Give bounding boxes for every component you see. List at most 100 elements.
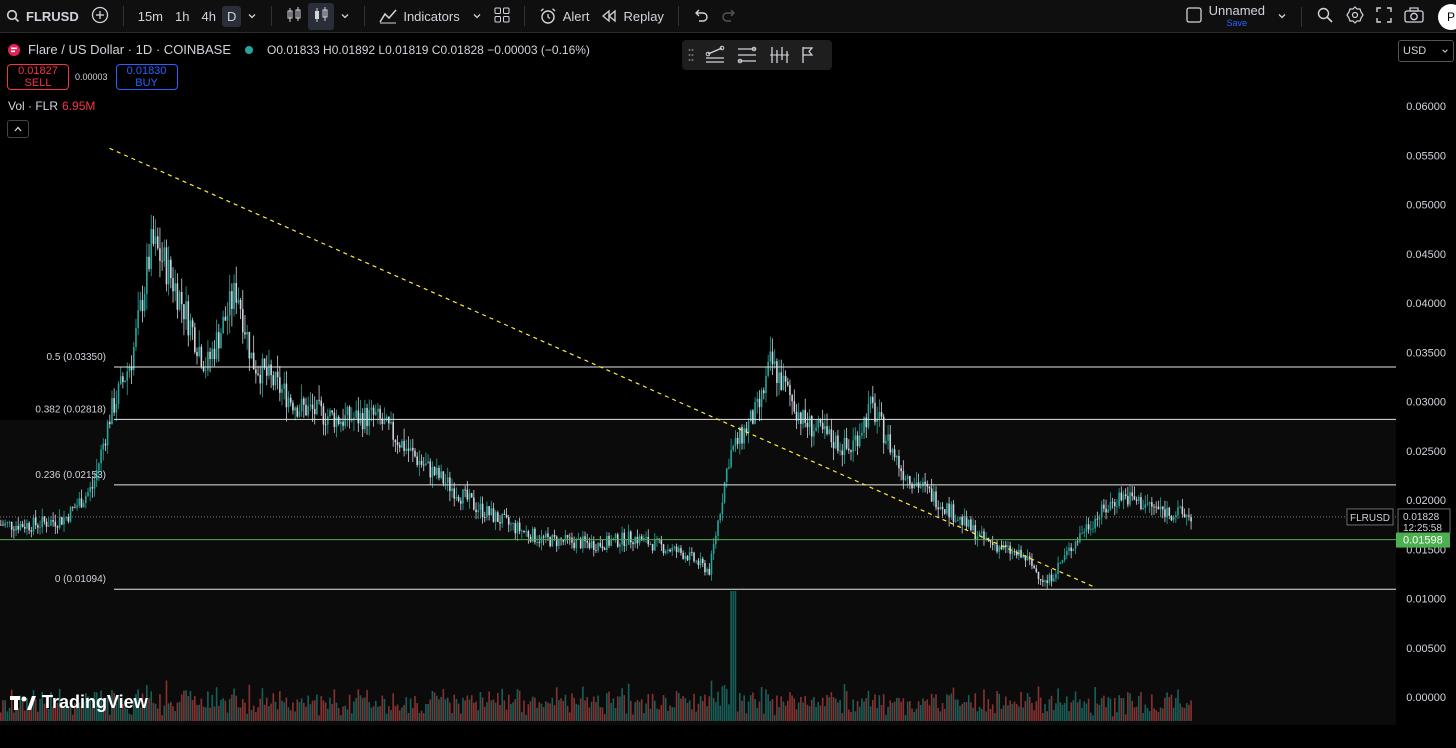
candle-body	[2, 524, 4, 526]
settings-button[interactable]	[1340, 6, 1370, 27]
candle-body	[446, 477, 449, 483]
candle-body	[782, 375, 785, 390]
redo-button[interactable]	[715, 8, 743, 25]
tradingview-logo[interactable]: TradingView	[10, 692, 148, 713]
candle-body	[74, 507, 76, 509]
candle-body	[37, 525, 39, 528]
indicators-button[interactable]: Indicators	[373, 8, 465, 24]
market-status-icon[interactable]	[245, 45, 253, 54]
volume-bar	[309, 704, 312, 721]
volume-bar	[237, 707, 240, 721]
flag-tool-icon[interactable]	[800, 45, 818, 65]
volume-bar	[688, 700, 691, 721]
volume-bar	[736, 711, 739, 721]
candle-body	[47, 525, 50, 527]
replay-button[interactable]: Replay	[595, 9, 669, 24]
volume-bar	[647, 694, 650, 721]
trend-line-tool-icon[interactable]	[704, 45, 726, 65]
drag-handle-icon[interactable]	[688, 48, 694, 62]
interval-1h[interactable]: 1h	[169, 9, 195, 24]
volume-bar	[821, 697, 824, 721]
collapse-legend-button[interactable]	[7, 120, 29, 138]
volume-legend[interactable]: Vol · FLR 6.95M	[8, 99, 95, 113]
volume-bar	[470, 695, 473, 721]
candles-style-button[interactable]	[308, 2, 335, 30]
volume-bar	[196, 704, 198, 721]
chevron-down-icon	[473, 13, 481, 18]
layout-toggle-button[interactable]	[1179, 6, 1209, 27]
layout-dropdown-button[interactable]	[1271, 9, 1293, 24]
interval-15m[interactable]: 15m	[132, 9, 169, 24]
volume-bar	[490, 700, 493, 721]
volume-bar	[645, 703, 647, 721]
volume-bar	[782, 701, 785, 721]
candle-body	[209, 351, 211, 360]
volume-bar	[233, 688, 235, 721]
candle-body	[906, 476, 909, 479]
alert-button[interactable]: Alert	[533, 7, 596, 25]
indicators-dropdown-button[interactable]	[466, 9, 488, 24]
interval-dropdown-button[interactable]	[241, 9, 263, 24]
candle-body	[673, 546, 676, 548]
volume-bar	[390, 710, 392, 721]
volume-bar	[331, 704, 333, 721]
candle-body	[1116, 505, 1118, 507]
user-avatar[interactable]: P	[1438, 3, 1456, 30]
interval-1d[interactable]: D	[221, 5, 242, 27]
layout-name-button[interactable]: Unnamed Save	[1209, 4, 1265, 29]
volume-bar	[712, 697, 715, 721]
volume-bar	[771, 699, 774, 721]
bar-style-button[interactable]	[280, 6, 308, 27]
candle-body	[78, 498, 81, 506]
price-chart[interactable]: 0.5 (0.03350) 0.382 (0.02818) 0.236 (0.021…	[0, 33, 1456, 725]
candle-body	[736, 437, 739, 444]
compare-add-button[interactable]	[85, 6, 115, 27]
volume-bar	[194, 696, 196, 721]
templates-button[interactable]	[488, 7, 516, 26]
candle-body	[828, 429, 830, 434]
volume-bar	[909, 701, 911, 721]
candle-body	[1142, 507, 1144, 510]
volume-bar	[776, 695, 778, 721]
candle-body	[1168, 507, 1171, 516]
volume-bar	[606, 693, 608, 721]
volume-bar	[906, 701, 909, 721]
volume-bar	[250, 709, 253, 721]
fullscreen-button[interactable]	[1370, 7, 1398, 26]
volume-bar	[699, 696, 702, 721]
volume-bar	[1044, 704, 1046, 721]
sell-button[interactable]: 0.01827 SELL	[7, 64, 69, 90]
fib-tool-icon[interactable]	[736, 45, 758, 65]
volume-bar	[420, 710, 423, 721]
volume-bar	[734, 591, 737, 721]
volume-bar	[1109, 698, 1112, 721]
symbol-tag-label: FLRUSD	[1350, 513, 1390, 524]
buy-button[interactable]: 0.01830 BUY	[115, 64, 178, 90]
interval-4h[interactable]: 4h	[195, 9, 221, 24]
candle-body	[601, 546, 604, 549]
candle-body	[222, 316, 224, 334]
snapshot-button[interactable]	[1398, 7, 1430, 26]
candle-body	[521, 530, 523, 532]
undo-button[interactable]	[687, 8, 715, 25]
volume-bar	[1153, 708, 1155, 721]
volume-bar	[531, 696, 534, 721]
chart-type-dropdown-button[interactable]	[334, 9, 356, 24]
vertical-lines-tool-icon[interactable]	[768, 45, 790, 65]
candle-body	[512, 523, 514, 525]
quick-search-button[interactable]	[1310, 6, 1340, 27]
symbol-search-button[interactable]: FLRUSD	[0, 9, 85, 24]
candle-body	[159, 248, 161, 261]
symbol-title[interactable]: Flare / US Dollar · 1D · COINBASE	[28, 42, 231, 57]
volume-bar	[819, 705, 822, 721]
plus-circle-icon	[91, 6, 108, 23]
currency-value: USD	[1403, 45, 1427, 57]
volume-bar	[459, 713, 462, 721]
redo-icon	[722, 9, 735, 22]
currency-select[interactable]: USD	[1398, 40, 1454, 62]
candle-body	[869, 396, 872, 405]
candle-body	[1122, 494, 1125, 501]
candle-body	[974, 525, 977, 541]
candle-body	[1035, 568, 1038, 572]
price-tick-label: 0.04000	[1406, 298, 1446, 310]
